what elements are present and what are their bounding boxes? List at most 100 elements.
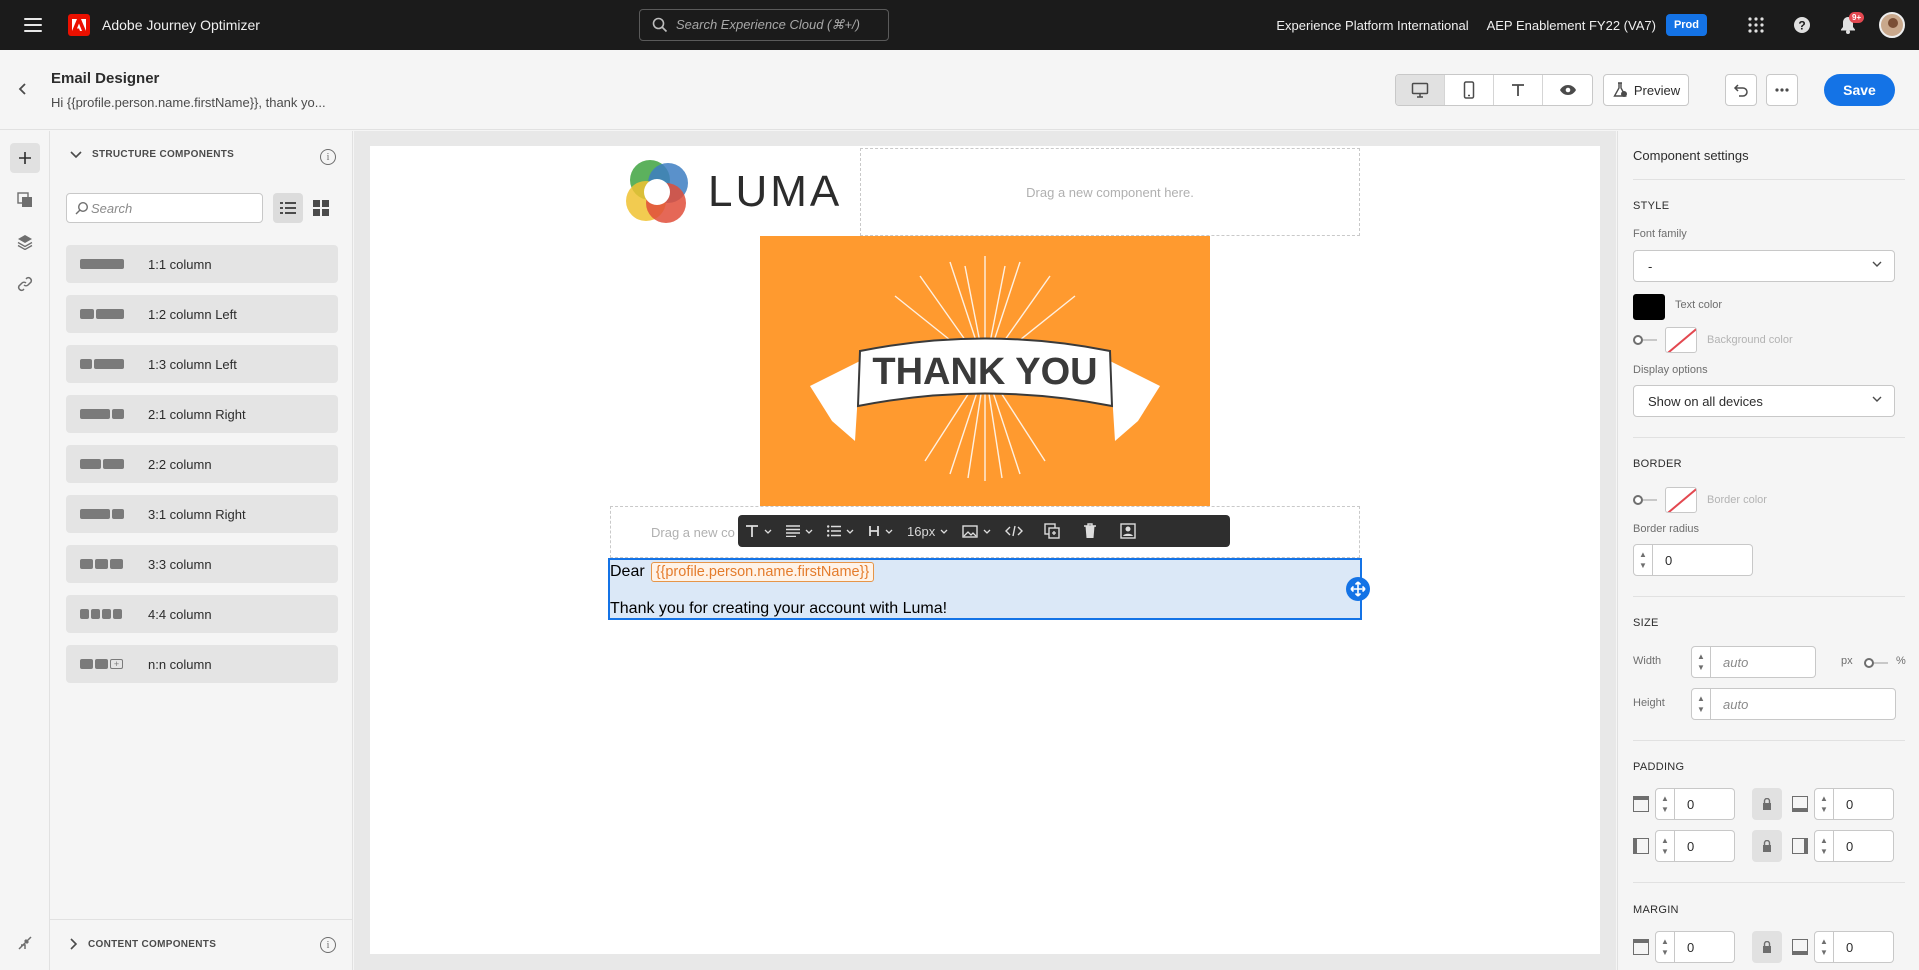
chevron-down-icon (885, 529, 893, 534)
stepper-arrows-icon[interactable]: ▲ ▼ (1655, 788, 1675, 820)
padding-bottom-stepper[interactable]: ▲ ▼ 0 (1814, 788, 1894, 820)
content-components-header[interactable]: CONTENT COMPONENTS (70, 938, 216, 950)
chevron-down-icon (764, 529, 772, 534)
insert-image-dropdown[interactable] (955, 515, 998, 547)
background-color-swatch[interactable] (1665, 327, 1697, 353)
preview-button[interactable]: Preview (1603, 74, 1689, 106)
component-n-n-column[interactable]: + n:n column (66, 645, 338, 683)
font-family-select[interactable]: - (1633, 250, 1895, 282)
stepper-arrows-icon[interactable]: ▲ ▼ (1633, 544, 1653, 576)
info-icon[interactable]: i (320, 937, 336, 953)
personalization-token[interactable]: {{profile.person.name.firstName}} (650, 562, 875, 582)
height-stepper[interactable]: ▲ ▼ auto (1691, 688, 1896, 720)
border-radius-stepper[interactable]: ▲ ▼ 0 (1633, 544, 1753, 576)
align-dropdown[interactable] (779, 515, 820, 547)
greeting-text[interactable]: Dear (610, 563, 645, 581)
desktop-view-icon[interactable] (1396, 75, 1445, 105)
component-1-3-column-left[interactable]: 1:3 column Left (66, 345, 338, 383)
width-input[interactable]: auto (1711, 646, 1816, 678)
stepper-arrows-icon[interactable]: ▲ ▼ (1814, 788, 1834, 820)
text-style-dropdown[interactable] (738, 515, 779, 547)
padding-lock-icon[interactable] (1752, 830, 1782, 862)
padding-right-stepper[interactable]: ▲ ▼ 0 (1814, 830, 1894, 862)
help-icon[interactable]: ? (1779, 0, 1825, 50)
user-avatar[interactable] (1879, 12, 1905, 38)
padding-top-value[interactable]: 0 (1675, 788, 1735, 820)
add-components-icon[interactable] (10, 143, 40, 173)
component-1-2-column-left[interactable]: 1:2 column Left (66, 295, 338, 333)
stepper-arrows-icon[interactable]: ▲ ▼ (1814, 830, 1834, 862)
more-options-icon[interactable] (1766, 74, 1798, 106)
info-icon[interactable]: i (320, 149, 336, 165)
assets-icon[interactable] (10, 185, 40, 215)
luma-logo[interactable]: LUMA (620, 155, 842, 229)
component-1-1-column[interactable]: 1:1 column (66, 245, 338, 283)
stepper-arrows-icon[interactable]: ▲ ▼ (1691, 646, 1711, 678)
stepper-arrows-icon[interactable]: ▲ ▼ (1655, 931, 1675, 963)
margin-bottom-stepper[interactable]: ▲ ▼ 0 (1814, 931, 1894, 963)
hamburger-menu-icon[interactable] (24, 18, 42, 32)
stepper-arrows-icon[interactable]: ▲ ▼ (1655, 830, 1675, 862)
padding-top-stepper[interactable]: ▲ ▼ 0 (1655, 788, 1735, 820)
unit-toggle[interactable] (1864, 658, 1888, 668)
component-3-1-column-right[interactable]: 3:1 column Right (66, 495, 338, 533)
component-2-1-column-right[interactable]: 2:1 column Right (66, 395, 338, 433)
padding-left-value[interactable]: 0 (1675, 830, 1735, 862)
app-name[interactable]: Adobe Journey Optimizer (102, 17, 260, 33)
display-options-select[interactable]: Show on all devices (1633, 385, 1895, 417)
org-switcher[interactable]: Experience Platform International (1276, 18, 1468, 33)
global-search-input[interactable]: Search Experience Cloud (⌘+/) (639, 9, 889, 41)
structure-components-header[interactable]: STRUCTURE COMPONENTS (70, 149, 234, 160)
selected-text-block[interactable]: Dear {{profile.person.name.firstName}} T… (608, 558, 1362, 620)
margin-bottom-value[interactable]: 0 (1834, 931, 1894, 963)
undo-icon[interactable] (1725, 74, 1757, 106)
margin-top-value[interactable]: 0 (1675, 931, 1735, 963)
border-color-toggle[interactable] (1633, 495, 1657, 505)
duplicate-icon[interactable] (1030, 515, 1067, 547)
padding-left-stepper[interactable]: ▲ ▼ 0 (1655, 830, 1735, 862)
links-icon[interactable] (10, 269, 40, 299)
column-layout-icon (80, 309, 140, 319)
visibility-eye-icon[interactable] (1543, 75, 1592, 105)
notifications-bell-icon[interactable]: 9+ (1825, 0, 1871, 50)
text-color-swatch[interactable] (1633, 294, 1665, 320)
mobile-view-icon[interactable] (1445, 75, 1494, 105)
layers-icon[interactable] (10, 227, 40, 257)
height-input[interactable]: auto (1711, 688, 1896, 720)
list-view-icon[interactable] (273, 193, 303, 223)
padding-bottom-value[interactable]: 0 (1834, 788, 1894, 820)
heading-dropdown[interactable] (861, 515, 900, 547)
body-text[interactable]: Thank you for creating your account with… (610, 600, 947, 618)
back-arrow-icon[interactable] (16, 80, 30, 101)
stepper-arrows-icon[interactable]: ▲ ▼ (1691, 688, 1711, 720)
save-button[interactable]: Save (1824, 74, 1895, 106)
font-size-dropdown[interactable]: 16px (900, 515, 955, 547)
component-2-2-column[interactable]: 2:2 column (66, 445, 338, 483)
drop-zone[interactable]: Drag a new component here. (860, 148, 1360, 236)
margin-lock-icon[interactable] (1752, 931, 1782, 963)
background-color-toggle[interactable] (1633, 335, 1657, 345)
content-components-title: CONTENT COMPONENTS (88, 938, 217, 950)
list-dropdown[interactable] (820, 515, 861, 547)
padding-lock-icon[interactable] (1752, 788, 1782, 820)
apps-grid-icon[interactable] (1733, 0, 1779, 50)
stepper-arrows-icon[interactable]: ▲ ▼ (1814, 931, 1834, 963)
padding-right-value[interactable]: 0 (1834, 830, 1894, 862)
save-as-fragment-icon[interactable] (1104, 515, 1143, 547)
sandbox-switcher[interactable]: AEP Enablement FY22 (VA7) (1487, 18, 1656, 33)
component-4-4-column[interactable]: 4:4 column (66, 595, 338, 633)
layers-settings-icon[interactable] (10, 928, 40, 958)
delete-trash-icon[interactable] (1067, 515, 1104, 547)
component-3-3-column[interactable]: 3:3 column (66, 545, 338, 583)
drop-zone-hint: Drag a new co (651, 524, 735, 540)
border-color-swatch[interactable] (1665, 487, 1697, 513)
margin-top-stepper[interactable]: ▲ ▼ 0 (1655, 931, 1735, 963)
code-icon[interactable] (998, 515, 1030, 547)
move-handle-icon[interactable] (1346, 577, 1370, 601)
border-radius-value[interactable]: 0 (1653, 544, 1753, 576)
width-stepper[interactable]: ▲ ▼ auto (1691, 646, 1816, 678)
thank-you-hero-image[interactable]: THANK YOU (760, 236, 1210, 506)
components-search-input[interactable]: Search (66, 193, 263, 223)
grid-view-icon[interactable] (306, 193, 336, 223)
text-view-icon[interactable] (1494, 75, 1543, 105)
